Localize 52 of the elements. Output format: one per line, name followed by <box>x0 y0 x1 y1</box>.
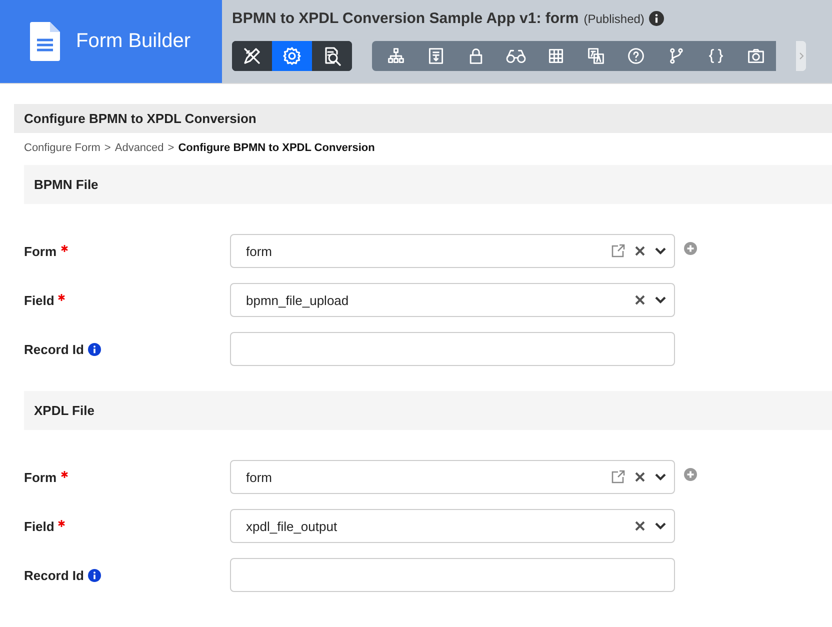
lock-icon[interactable] <box>467 47 485 65</box>
camera-icon[interactable] <box>747 47 765 65</box>
clear-icon[interactable] <box>635 472 645 482</box>
field-label: Form <box>24 244 56 258</box>
binoculars-icon[interactable] <box>505 47 527 65</box>
field-label: Field <box>24 518 54 534</box>
external-link-icon[interactable] <box>611 470 625 484</box>
section-header: XPDL File <box>24 391 832 430</box>
document-icon <box>30 22 60 61</box>
clear-icon[interactable] <box>635 521 645 531</box>
field-label: Form <box>24 470 56 484</box>
help-icon[interactable] <box>627 47 645 65</box>
branch-icon[interactable] <box>667 47 685 65</box>
breadcrumb-item: Configure BPMN to XPDL Conversion <box>178 142 375 156</box>
breadcrumb-item[interactable]: Advanced <box>114 142 164 165</box>
select-field[interactable]: bpmn_file_upload <box>230 283 675 317</box>
status-label: (Published) <box>584 12 644 26</box>
braces-icon[interactable] <box>707 47 725 65</box>
external-link-icon[interactable] <box>611 244 625 258</box>
field-label: Record Id <box>24 342 84 356</box>
info-icon[interactable] <box>649 11 664 26</box>
app-name: Form Builder <box>76 30 190 53</box>
clear-icon[interactable] <box>635 295 645 305</box>
translate-icon[interactable] <box>587 47 605 65</box>
chevron-down-icon[interactable] <box>655 522 666 530</box>
pencil-ruler-icon <box>242 46 262 66</box>
chevron-down-icon[interactable] <box>655 473 666 481</box>
clear-icon[interactable] <box>635 246 645 256</box>
field-label: Record Id <box>24 568 84 582</box>
section-header: BPMN File <box>24 165 832 204</box>
chevron-down-icon[interactable] <box>655 296 666 304</box>
info-icon[interactable] <box>88 568 101 582</box>
breadcrumb-item[interactable]: Configure Form <box>24 142 100 165</box>
input-field[interactable] <box>230 332 675 366</box>
document-search-icon <box>322 46 342 66</box>
input-field[interactable] <box>230 558 675 592</box>
info-icon[interactable] <box>88 342 101 356</box>
select-field[interactable]: xpdl_file_output <box>230 509 675 543</box>
grid-icon[interactable] <box>547 47 565 65</box>
breadcrumb-separator: > <box>104 142 111 156</box>
chevron-down-icon[interactable] <box>655 247 666 255</box>
add-icon[interactable] <box>684 468 697 481</box>
add-icon[interactable] <box>684 242 697 255</box>
panel-title: Configure BPMN to XPDL Conversion <box>14 104 832 133</box>
settings-icon <box>282 46 302 66</box>
select-field[interactable]: form <box>230 234 675 268</box>
form-icon[interactable] <box>427 47 445 65</box>
select-field[interactable]: form <box>230 460 675 494</box>
field-label: Field <box>24 292 54 308</box>
hierarchy-icon[interactable] <box>387 47 405 65</box>
form-title: BPMN to XPDL Conversion Sample App v1: form <box>232 10 579 27</box>
breadcrumb-separator: > <box>168 142 174 156</box>
